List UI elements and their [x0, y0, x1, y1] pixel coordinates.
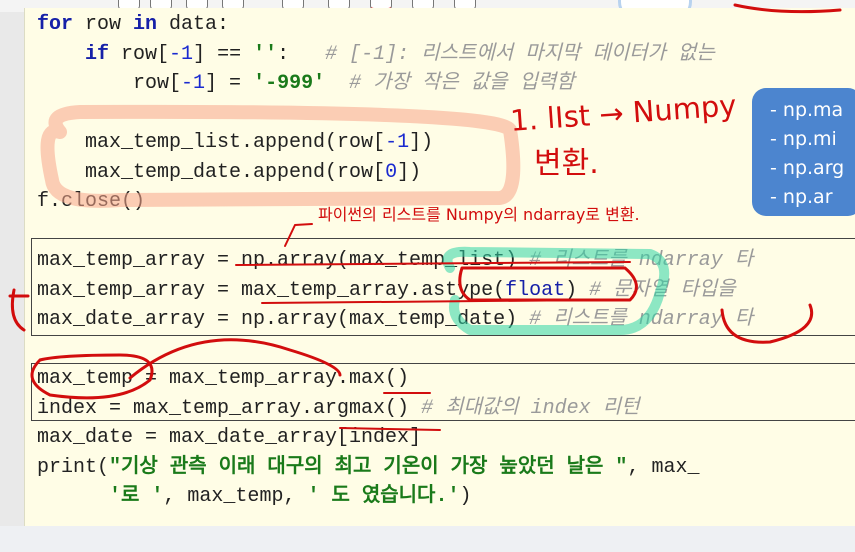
- code-number: 0: [385, 160, 398, 184]
- code-number: -1: [181, 72, 206, 95]
- code-string: '': [253, 42, 278, 66]
- code-string: '로 ': [109, 485, 164, 508]
- hint-item: np.ar: [770, 183, 855, 212]
- hint-list: np.ma np.mi np.arg np.ar: [752, 88, 855, 212]
- code-slide: for row in data: if row[-1] == '': # [-1…: [24, 8, 855, 526]
- code-number: -1: [169, 42, 194, 66]
- code-block: for row in data: if row[-1] == '': # [-1…: [37, 13, 754, 508]
- hint-item: np.mi: [770, 125, 855, 154]
- code-comment: # 리스트를 ndarray 타: [529, 249, 754, 272]
- status-bar: [0, 526, 855, 552]
- hint-item: np.ma: [770, 96, 855, 125]
- code-comment: # 문자열 타입을: [589, 278, 736, 302]
- code-number: -1: [385, 131, 410, 154]
- code-keyword: in: [133, 13, 158, 36]
- code-comment: # [-1]: 리스트에서 마지막 데이터가 없는: [325, 42, 715, 66]
- code-keyword: if: [85, 42, 110, 66]
- code-comment: # 가장 작은 값을 입력함: [349, 72, 575, 95]
- hint-item: np.arg: [770, 154, 855, 183]
- hint-card: np.ma np.mi np.arg np.ar: [752, 88, 855, 216]
- code-string: "기상 관측 이래 대구의 최고 기온이 가장 높았던 날은 ": [109, 455, 628, 479]
- code-comment: # 리스트를 ndarray 타: [529, 308, 754, 331]
- annotation-conversion: 변환.: [534, 146, 599, 181]
- annotation-note: 파이썬의 리스트를 Numpy의 ndarray로 변환.: [318, 205, 640, 224]
- code-keyword: for: [37, 13, 74, 36]
- code-string: ' 도 였습니다.': [307, 485, 460, 508]
- code-keyword: float: [505, 278, 566, 302]
- code-comment: # 최대값의 index 리턴: [421, 396, 640, 420]
- code-string: '-999': [253, 72, 326, 95]
